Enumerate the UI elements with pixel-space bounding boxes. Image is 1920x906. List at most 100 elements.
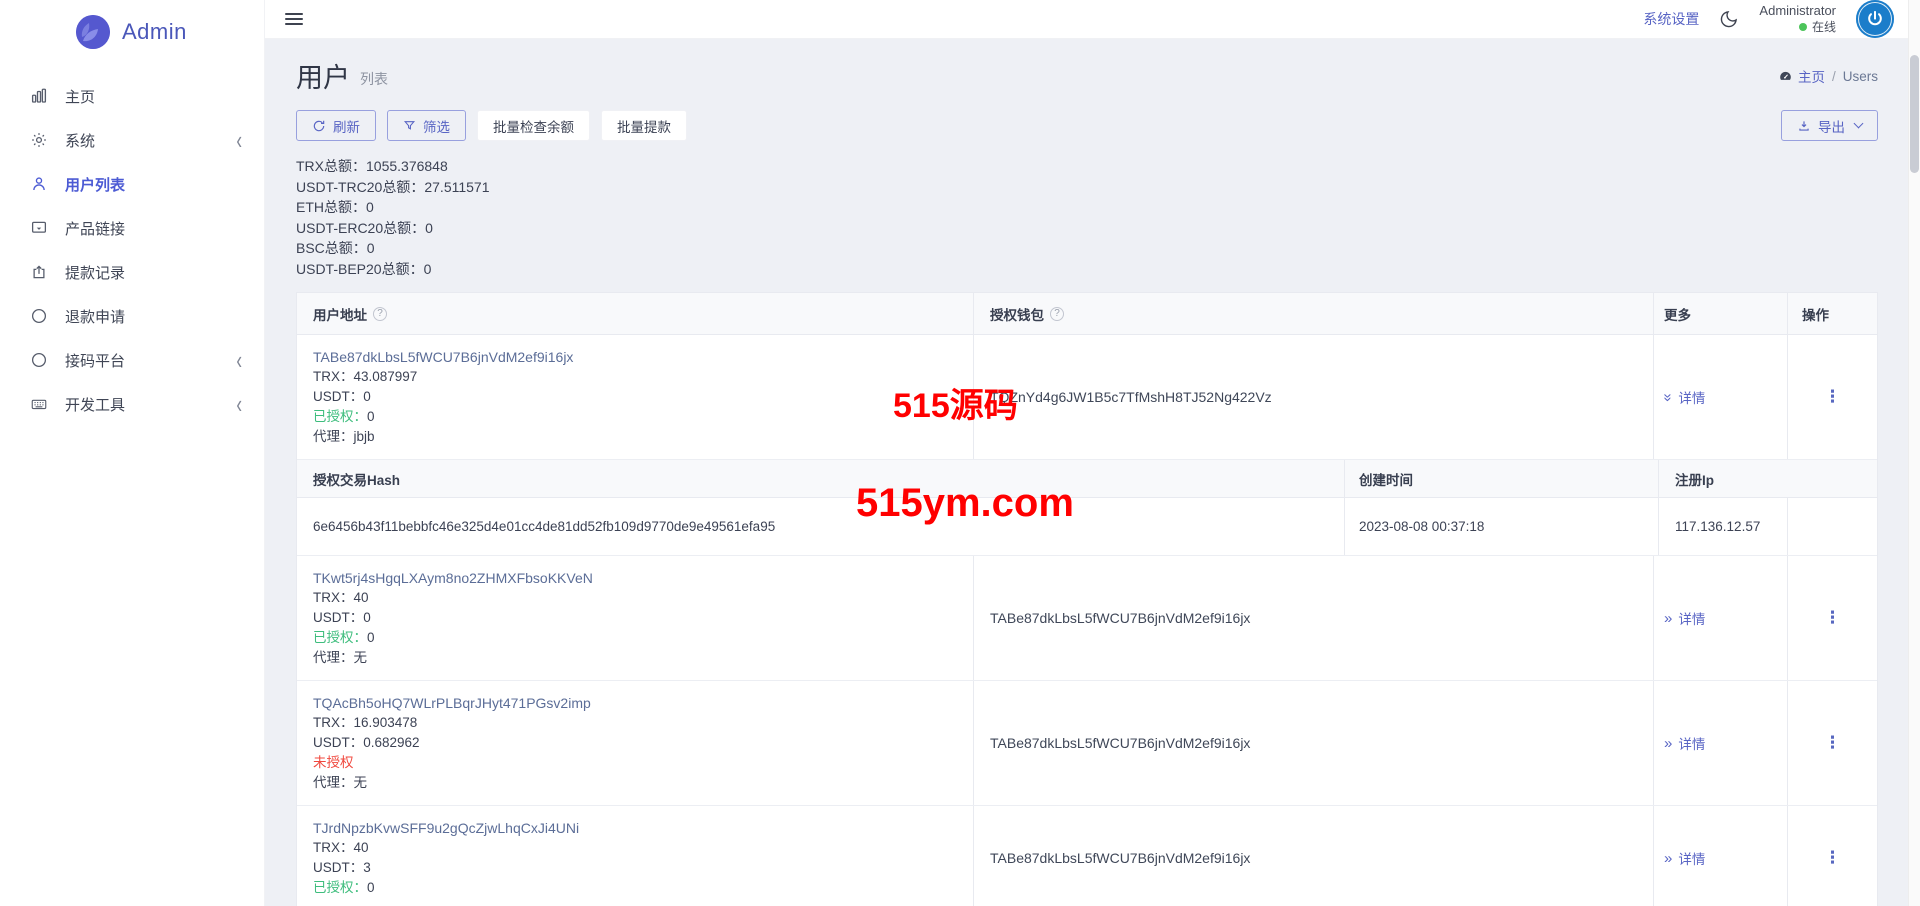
created-time: 2023-08-08 00:37:18 <box>1359 519 1484 534</box>
detail-toggle-expanded[interactable]: » 详情 <box>1653 335 1787 459</box>
col-auth-hash: 授权交易Hash <box>313 473 400 488</box>
sidebar-item-user-list[interactable]: 用户列表 <box>0 162 264 206</box>
page-subtitle: 列表 <box>360 69 388 92</box>
gear-icon <box>28 131 50 149</box>
sidebar-item-label: 产品链接 <box>65 218 125 239</box>
col-more: 更多 <box>1664 304 1691 324</box>
watermark-text: 515ym.com <box>856 481 1074 526</box>
user-address-link[interactable]: TKwt5rj4sHgqLXAym8no2ZHMXFbsoKKVeN <box>313 568 957 588</box>
auth-wallet-cell: TABe87dkLbsL5fWCU7B6jnVdM2ef9i16jx <box>973 556 1653 680</box>
system-settings-link[interactable]: 系统设置 <box>1643 9 1699 29</box>
sidebar-item-label: 退款申请 <box>65 306 125 327</box>
row-actions-menu-button[interactable]: ⋮ <box>1824 848 1841 868</box>
circle-icon <box>28 307 50 325</box>
download-icon <box>1797 119 1811 133</box>
authorized-badge: 已授权： <box>313 880 367 895</box>
user-address-link[interactable]: TJrdNpzbKvwSFF9u2gQcZjwLhqCxJi4UNi <box>313 818 957 838</box>
moon-icon <box>1719 9 1739 29</box>
logo[interactable]: Admin <box>0 0 264 64</box>
sidebar-item-withdraw-records[interactable]: 提款记录 <box>0 250 264 294</box>
online-label: 在线 <box>1812 20 1836 36</box>
sidebar-item-home[interactable]: 主页 <box>0 74 264 118</box>
sidebar-item-label: 开发工具 <box>65 394 125 415</box>
monitor-icon <box>28 219 50 237</box>
breadcrumb: 主页 / Users <box>1778 66 1878 92</box>
stat-line: TRX总额：1055.376848 <box>296 156 1878 177</box>
dark-mode-toggle[interactable] <box>1719 9 1739 29</box>
page-content: 用户 列表 主页 / Users 刷新 筛选 <box>265 39 1920 906</box>
auth-wallet-cell: TABe87dkLbsL5fWCU7B6jnVdM2ef9i16jx <box>973 806 1653 906</box>
batch-withdraw-button[interactable]: 批量提款 <box>601 110 687 141</box>
bar-chart-icon <box>28 87 50 105</box>
col-user-address: 用户地址 <box>313 304 367 324</box>
col-register-ip: 注册Ip <box>1675 469 1714 489</box>
row-actions-menu-button[interactable]: ⋮ <box>1824 733 1841 753</box>
register-ip: 117.136.12.57 <box>1675 519 1760 534</box>
sidebar-item-refund-requests[interactable]: 退款申请 <box>0 294 264 338</box>
logout-avatar-button[interactable] <box>1856 0 1894 38</box>
export-button[interactable]: 导出 <box>1781 110 1878 141</box>
col-auth-wallet: 授权钱包 <box>990 304 1044 324</box>
double-chevron-right-icon: » <box>1664 851 1672 866</box>
chevron-down-icon <box>1854 119 1864 129</box>
table-row: TJrdNpzbKvwSFF9u2gQcZjwLhqCxJi4UNi TRX：4… <box>297 806 1877 906</box>
scrollbar-track <box>1908 0 1920 906</box>
table-row: TQAcBh5oHQ7WLrPLBqrJHyt471PGsv2imp TRX：1… <box>297 681 1877 806</box>
app-title: Admin <box>122 19 187 45</box>
detail-toggle[interactable]: » 详情 <box>1653 681 1787 805</box>
app-window: Admin 主页 系统 ‹ 用户列表 <box>0 0 1920 906</box>
row-actions-menu-button[interactable]: ⋮ <box>1824 608 1841 628</box>
brand-logo-icon <box>76 15 110 49</box>
double-chevron-down-icon: » <box>1661 393 1676 401</box>
main-area: 系统设置 Administrator 在线 用户 <box>265 0 1920 906</box>
breadcrumb-home[interactable]: 主页 <box>1778 66 1825 86</box>
user-name: Administrator <box>1759 3 1836 20</box>
user-address-link[interactable]: TQAcBh5oHQ7WLrPLBqrJHyt471PGsv2imp <box>313 693 957 713</box>
toolbar: 刷新 筛选 批量检查余额 批量提款 导出 <box>296 110 1878 141</box>
totals-summary: TRX总额：1055.376848 USDT-TRC20总额：27.511571… <box>296 156 1878 279</box>
chevron-left-icon: ‹ <box>236 347 242 373</box>
stat-line: USDT-BEP20总额：0 <box>296 259 1878 280</box>
table-header-row: 用户地址? 授权钱包? 更多 操作 <box>297 293 1877 335</box>
batch-check-balance-button[interactable]: 批量检查余额 <box>477 110 590 141</box>
keyboard-icon <box>28 395 50 413</box>
sidebar-item-sms-platform[interactable]: 接码平台 ‹ <box>0 338 264 382</box>
sidebar-item-label: 用户列表 <box>65 174 125 195</box>
user-info: Administrator 在线 <box>1759 3 1836 35</box>
refresh-button[interactable]: 刷新 <box>296 110 376 141</box>
help-icon[interactable]: ? <box>1050 307 1064 321</box>
person-icon <box>28 175 50 193</box>
row-actions-menu-button[interactable]: ⋮ <box>1824 387 1841 407</box>
menu-toggle-icon[interactable] <box>285 10 303 28</box>
stat-line: USDT-ERC20总额：0 <box>296 218 1878 239</box>
double-chevron-right-icon: » <box>1664 611 1672 626</box>
sidebar-item-label: 提款记录 <box>65 262 125 283</box>
filter-button[interactable]: 筛选 <box>387 110 466 141</box>
sidebar-nav: 主页 系统 ‹ 用户列表 产品链接 <box>0 64 264 426</box>
chevron-left-icon: ‹ <box>236 127 242 153</box>
expanded-detail-header: 授权交易Hash 创建时间 注册Ip <box>297 460 1877 498</box>
sidebar-item-dev-tools[interactable]: 开发工具 ‹ <box>0 382 264 426</box>
double-chevron-right-icon: » <box>1664 736 1672 751</box>
chevron-left-icon: ‹ <box>236 391 242 417</box>
help-icon[interactable]: ? <box>373 307 387 321</box>
top-bar: 系统设置 Administrator 在线 <box>265 0 1920 39</box>
users-table: 用户地址? 授权钱包? 更多 操作 TABe87dkLbsL5fWCU7B6jn… <box>296 292 1878 906</box>
detail-toggle[interactable]: » 详情 <box>1653 556 1787 680</box>
scrollbar-thumb[interactable] <box>1910 55 1919 173</box>
user-address-link[interactable]: TABe87dkLbsL5fWCU7B6jnVdM2ef9i16jx <box>313 347 957 367</box>
auth-wallet-cell: TABe87dkLbsL5fWCU7B6jnVdM2ef9i16jx <box>973 681 1653 805</box>
stat-line: USDT-TRC20总额：27.511571 <box>296 177 1878 198</box>
sidebar-item-system[interactable]: 系统 ‹ <box>0 118 264 162</box>
col-created-time: 创建时间 <box>1359 469 1413 489</box>
sidebar-item-product-links[interactable]: 产品链接 <box>0 206 264 250</box>
sidebar: Admin 主页 系统 ‹ 用户列表 <box>0 0 265 906</box>
power-icon <box>1865 9 1885 29</box>
dashboard-icon <box>1778 69 1793 84</box>
page-title: 用户 <box>296 65 350 92</box>
online-dot <box>1799 23 1807 31</box>
detail-toggle[interactable]: » 详情 <box>1653 806 1787 906</box>
authorized-badge: 已授权： <box>313 409 367 424</box>
watermark-text: 515源码 <box>893 378 1018 427</box>
sidebar-item-label: 系统 <box>65 130 95 151</box>
